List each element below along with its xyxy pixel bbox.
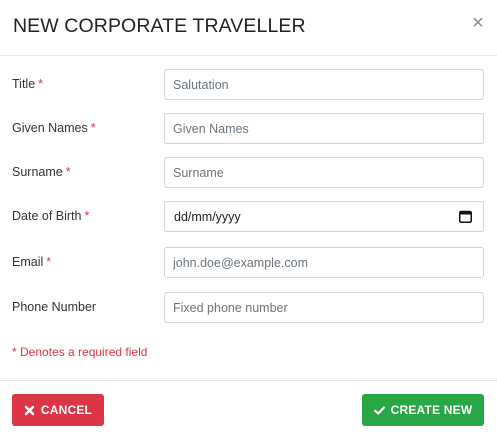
modal-title: NEW CORPORATE TRAVELLER [13, 15, 306, 37]
email-label: Email * [12, 255, 51, 269]
given-names-input[interactable] [164, 113, 484, 144]
create-new-label: CREATE NEW [390, 403, 473, 417]
title-label-text: Title [12, 77, 36, 91]
given-names-row: Given Names * [0, 113, 497, 145]
cancel-label: CANCEL [40, 403, 93, 417]
email-label-text: Email [12, 255, 44, 269]
phone-input[interactable] [164, 292, 484, 323]
phone-label: Phone Number [12, 300, 96, 314]
dob-label: Date of Birth * [12, 209, 89, 223]
check-icon [373, 406, 385, 415]
date-of-birth-input[interactable]: dd/mm/yyyy [164, 201, 484, 232]
given-names-label-text: Given Names [12, 121, 88, 135]
required-marker: * [90, 121, 96, 135]
title-label: Title * [12, 77, 43, 91]
new-traveller-modal: NEW CORPORATE TRAVELLER × Title* Given N… [0, 0, 497, 438]
title-row: Title * [0, 69, 497, 101]
phone-label-text: Phone Number [12, 300, 97, 314]
surname-label: Surname * [12, 165, 71, 179]
email-row: Email * [0, 247, 497, 279]
surname-row: Surname * [0, 157, 497, 189]
close-button[interactable]: × [470, 13, 486, 33]
required-marker: * [38, 77, 44, 91]
required-marker: * [65, 165, 71, 179]
dob-label-text: Date of Birth [12, 209, 82, 223]
email-input[interactable] [164, 247, 484, 278]
required-field-note: * Denotes a required field [12, 345, 148, 359]
cancel-button[interactable]: CANCEL [12, 394, 104, 426]
surname-input[interactable] [164, 157, 484, 188]
modal-footer: CANCEL CREATE NEW [0, 380, 497, 438]
phone-row: Phone Number [0, 292, 497, 324]
required-marker: * [46, 255, 52, 269]
close-icon [24, 405, 35, 415]
calendar-icon[interactable] [459, 210, 472, 223]
modal-header: NEW CORPORATE TRAVELLER × [0, 0, 497, 56]
dob-row: Date of Birth * dd/mm/yyyy [0, 201, 497, 233]
salutation-input[interactable] [164, 69, 484, 100]
surname-label-text: Surname [12, 165, 63, 179]
create-new-button[interactable]: CREATE NEW [362, 394, 484, 426]
date-value: dd/mm/yyyy [174, 210, 241, 224]
required-marker: * [84, 209, 90, 223]
close-icon: × [472, 12, 484, 34]
given-names-label: Given Names * [12, 121, 96, 135]
